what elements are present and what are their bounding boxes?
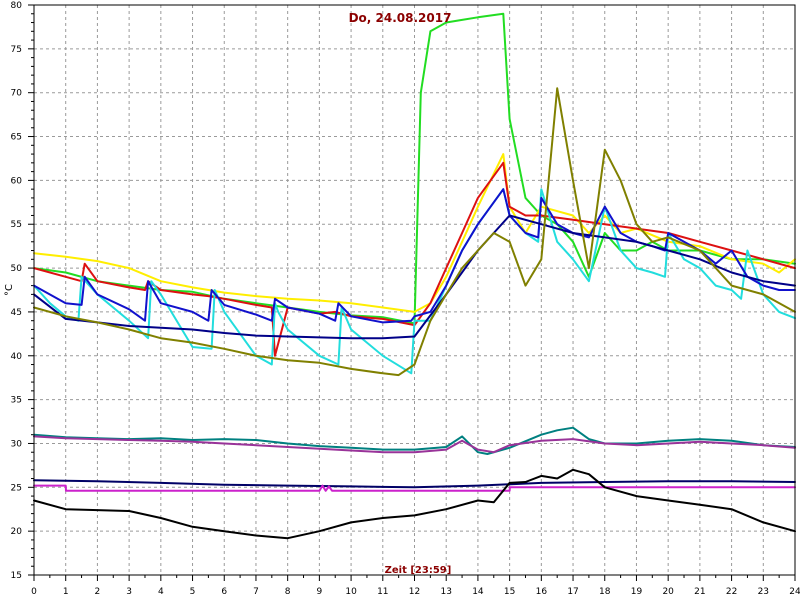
x-tick-label: 23 <box>758 587 769 597</box>
y-tick-label: 35 <box>11 396 22 406</box>
y-tick-label: 15 <box>11 571 22 581</box>
chart-title: Do, 24.08.2017 <box>349 11 452 25</box>
x-tick-label: 9 <box>317 587 323 597</box>
y-tick-label: 20 <box>11 527 23 537</box>
x-tick-label: 0 <box>31 587 37 597</box>
x-tick-label: 3 <box>126 587 132 597</box>
x-tick-label: 13 <box>440 587 451 597</box>
x-tick-label: 22 <box>726 587 737 597</box>
y-tick-label: 70 <box>11 89 23 99</box>
x-tick-label: 10 <box>345 587 357 597</box>
y-axis-label: °C <box>4 284 15 296</box>
x-tick-label: 1 <box>63 587 69 597</box>
y-tick-label: 65 <box>11 133 22 143</box>
x-tick-label: 17 <box>567 587 578 597</box>
x-tick-label: 2 <box>95 587 101 597</box>
x-tick-label: 21 <box>694 587 705 597</box>
x-tick-label: 20 <box>662 587 674 597</box>
x-tick-label: 7 <box>253 587 259 597</box>
y-tick-label: 60 <box>11 176 23 186</box>
x-tick-label: 16 <box>536 587 548 597</box>
y-tick-label: 75 <box>11 45 22 55</box>
y-tick-label: 25 <box>11 483 22 493</box>
x-tick-label: 18 <box>599 587 611 597</box>
x-tick-label: 4 <box>158 587 164 597</box>
y-tick-label: 45 <box>11 308 22 318</box>
x-tick-label: 5 <box>190 587 196 597</box>
y-tick-label: 50 <box>11 264 23 274</box>
temperature-line-chart: 1520253035404550556065707580 01234567891… <box>4 1 800 597</box>
x-axis-ticks: 0 1 2 3 4 5 6 7 8 9 10 11 12 13 14 15 16 17 18 19 20 21 22 23 24 <box>31 575 800 597</box>
x-tick-label: 11 <box>377 587 388 597</box>
y-tick-label: 80 <box>11 1 23 11</box>
y-tick-label: 55 <box>11 220 22 230</box>
x-tick-label: 14 <box>472 587 484 597</box>
x-tick-label: 15 <box>504 587 515 597</box>
x-tick-label: 6 <box>221 587 227 597</box>
x-tick-label: 12 <box>409 587 420 597</box>
y-tick-label: 40 <box>11 352 23 362</box>
x-tick-label: 8 <box>285 587 291 597</box>
x-tick-label: 19 <box>631 587 643 597</box>
x-axis-label: Zeit [23:59] <box>385 565 452 576</box>
x-tick-label: 24 <box>789 587 800 597</box>
y-tick-label: 30 <box>11 439 23 449</box>
